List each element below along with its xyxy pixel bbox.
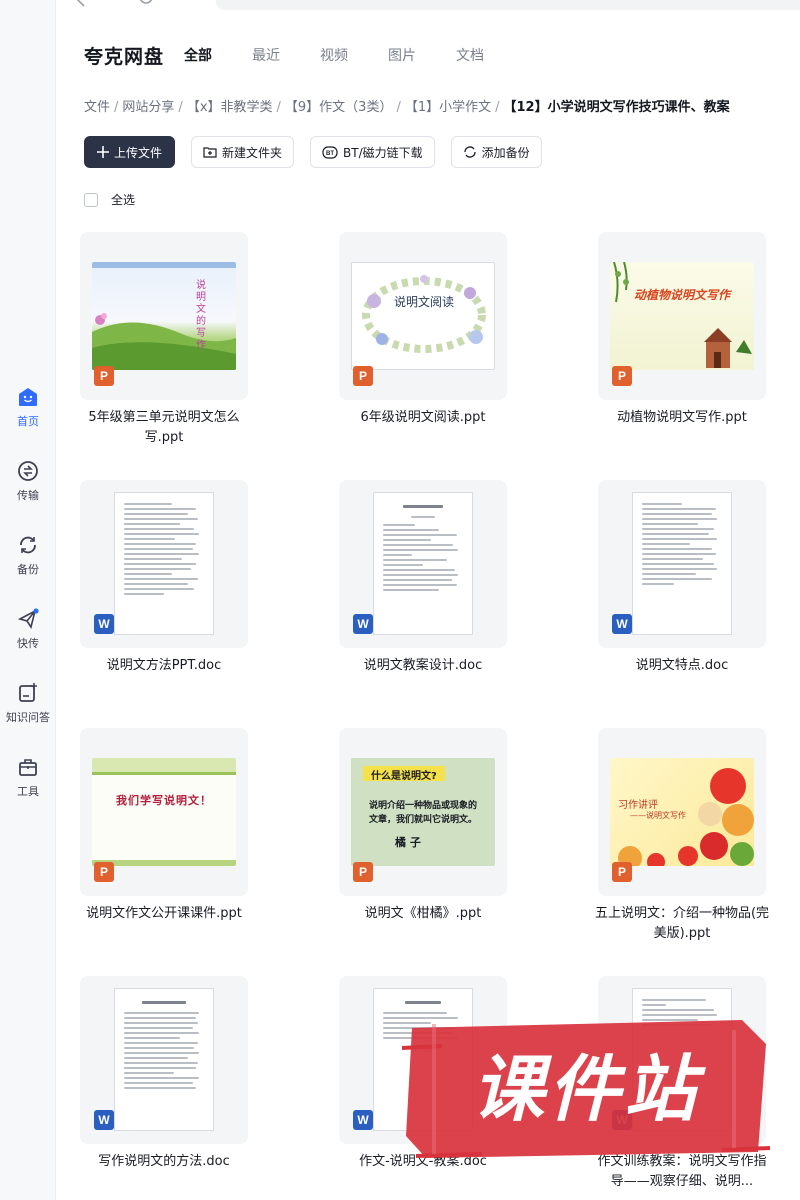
ppt-file-icon: P: [353, 366, 373, 386]
add-backup-button[interactable]: 添加备份: [450, 136, 542, 168]
slide-title: 说明文的写作: [196, 280, 206, 351]
back-arrow-icon[interactable]: [74, 0, 90, 8]
bt-download-button[interactable]: BT BT/磁力链下载: [310, 136, 435, 168]
slide-heading: 什么是说明文?: [371, 771, 437, 782]
breadcrumb: 文件 / 网站分享 / 【x】非教学类 / 【9】作文（3类） / 【1】小学作文 / 【12】小学…: [84, 100, 730, 115]
file-thumbnail: 说明文阅读 P: [339, 232, 507, 400]
search-icon: [226, 0, 240, 6]
file-thumbnail: W: [80, 976, 248, 1144]
sidebar: 首页 传输 备份 快传 知识问答 工具: [0, 0, 56, 1200]
file-thumbnail: 说明文的写作 P: [80, 232, 248, 400]
file-thumbnail: W: [80, 480, 248, 648]
slide-body: 说明介绍一种物品或现象的: [368, 801, 477, 811]
file-name: 动植物说明文写作.ppt: [617, 410, 747, 425]
quick-send-icon: [17, 608, 39, 629]
breadcrumb-item[interactable]: 【x】非教学类: [187, 100, 273, 115]
sidebar-item-tools[interactable]: 工具: [0, 756, 56, 799]
file-thumbnail: 我们学写说明文！ P: [80, 728, 248, 896]
backup-icon: [463, 145, 477, 159]
sidebar-item-label: 快传: [17, 637, 39, 650]
word-file-icon: W: [353, 614, 373, 634]
bt-magnet-icon: BT: [322, 145, 338, 159]
new-folder-button[interactable]: 新建文件夹: [191, 136, 295, 168]
file-thumbnail: 什么是说明文? 说明介绍一种物品或现象的 文章，我们就叫它说明文。 橘 子 P: [339, 728, 507, 896]
document-page-preview: [114, 988, 214, 1131]
file-name: 5年级第三单元说明文怎么写.ppt: [88, 410, 240, 445]
sidebar-item-qa[interactable]: 知识问答: [0, 682, 56, 725]
toolbar: 上传文件 新建文件夹 BT BT/磁力链下载 添加备份: [84, 136, 558, 168]
category-tabs: 全部 最近 视频 图片 文档: [184, 45, 524, 65]
file-thumbnail: W: [598, 480, 766, 648]
breadcrumb-item[interactable]: 【9】作文（3类）: [285, 100, 393, 115]
plus-icon: [97, 146, 109, 158]
slide-body: 文章，我们就叫它说明文。: [368, 815, 477, 825]
slide-title: 动植物说明文写作: [633, 288, 730, 302]
sidebar-item-label: 传输: [17, 489, 39, 502]
sidebar-item-backup[interactable]: 备份: [0, 534, 56, 577]
top-nav-strip: [56, 0, 800, 14]
breadcrumb-item[interactable]: 网站分享: [122, 100, 174, 115]
tab-video[interactable]: 视频: [320, 45, 388, 65]
file-name: 说明文作文公开课课件.ppt: [86, 906, 242, 921]
sidebar-item-label: 备份: [17, 563, 39, 576]
app-brand: 夸克网盘: [84, 46, 165, 68]
sidebar-item-label: 工具: [17, 785, 39, 798]
folder-plus-icon: [203, 146, 217, 158]
file-name: 写作说明文的方法.doc: [98, 1154, 230, 1169]
slide-subtitle: ——说明文写作: [630, 811, 686, 820]
tab-image[interactable]: 图片: [388, 45, 456, 65]
file-name: 说明文方法PPT.doc: [106, 658, 222, 673]
file-name: 6年级说明文阅读.ppt: [360, 410, 486, 425]
ppt-file-icon: P: [353, 862, 373, 882]
svg-text:BT: BT: [326, 151, 334, 157]
watermark-text: 课件站: [471, 1047, 700, 1131]
slide-title: 说明文阅读: [393, 295, 454, 309]
file-thumbnail: 动植物说明文写作 P: [598, 232, 766, 400]
select-all[interactable]: 全选: [84, 191, 135, 208]
ppt-file-icon: P: [94, 862, 114, 882]
breadcrumb-item[interactable]: 文件: [84, 100, 110, 115]
qa-icon: [19, 683, 37, 702]
word-file-icon: W: [94, 614, 114, 634]
file-name: 说明文《柑橘》.ppt: [364, 906, 482, 921]
ppt-file-icon: P: [94, 366, 114, 386]
watermark-logo: 课件站: [401, 1018, 771, 1160]
word-file-icon: W: [94, 1110, 114, 1130]
refresh-icon[interactable]: [138, 0, 154, 8]
file-thumbnail: 习作讲评 ——说明文写作 P: [598, 728, 766, 896]
breadcrumb-item[interactable]: 【1】小学作文: [405, 100, 491, 115]
home-icon: [19, 388, 37, 406]
document-page-preview: [632, 492, 732, 635]
sidebar-item-label: 首页: [17, 415, 39, 428]
sidebar-item-quick-send[interactable]: 快传: [0, 608, 56, 651]
backup-icon: [20, 536, 36, 554]
ppt-file-icon: P: [612, 862, 632, 882]
breadcrumb-current: 【12】小学说明文写作技巧课件、教案: [503, 100, 730, 115]
tab-all[interactable]: 全部: [184, 45, 252, 65]
sidebar-item-home[interactable]: 首页: [0, 386, 56, 429]
sidebar-item-label: 知识问答: [6, 711, 50, 724]
document-page-preview: [114, 492, 214, 635]
transfer-icon: [18, 461, 38, 481]
search-input[interactable]: [216, 0, 800, 10]
file-name: 五上说明文：介绍一种物品(完美版).ppt: [594, 906, 770, 941]
word-file-icon: W: [353, 1110, 373, 1130]
sidebar-item-transfer[interactable]: 传输: [0, 460, 56, 503]
select-all-checkbox[interactable]: [84, 192, 98, 207]
file-thumbnail: W: [339, 480, 507, 648]
slide-title: 习作讲评: [618, 800, 658, 811]
tab-document[interactable]: 文档: [456, 45, 524, 65]
document-page-preview: [373, 492, 473, 635]
slide-body: 橘 子: [395, 836, 421, 849]
tab-recent[interactable]: 最近: [252, 45, 320, 65]
toolbox-icon: [19, 759, 37, 776]
slide-title: 我们学写说明文！: [116, 794, 212, 807]
upload-button[interactable]: 上传文件: [84, 136, 176, 168]
file-name: 说明文教案设计.doc: [363, 658, 483, 673]
ppt-file-icon: P: [612, 366, 632, 386]
word-file-icon: W: [612, 614, 632, 634]
file-name: 说明文特点.doc: [635, 658, 729, 673]
